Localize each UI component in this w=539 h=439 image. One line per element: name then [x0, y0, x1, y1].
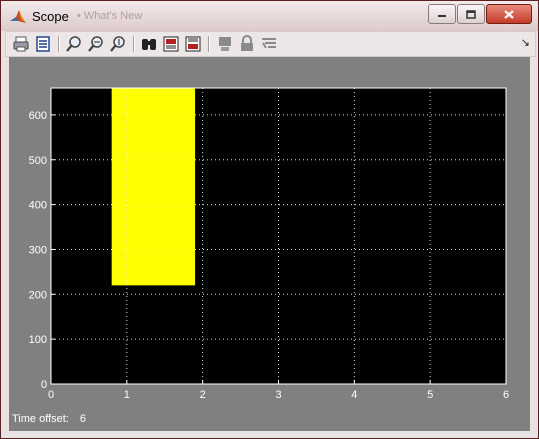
x-tick-label: 4 — [351, 389, 357, 401]
x-tick-label: 5 — [427, 389, 433, 401]
toolbar-separator — [133, 36, 135, 52]
signal-selector-icon[interactable] — [260, 35, 278, 53]
y-tick-label: 100 — [29, 334, 47, 346]
scope-toolbar: ↘ — [5, 31, 536, 57]
toolbar-separator — [208, 36, 210, 52]
dock-arrow-icon[interactable]: ↘ — [521, 36, 530, 49]
x-tick-label: 6 — [503, 389, 509, 401]
parameters-icon[interactable] — [34, 35, 52, 53]
y-tick-label: 500 — [29, 155, 47, 167]
background-window-title: • What's New — [77, 10, 143, 22]
zoom-y-icon[interactable] — [109, 35, 127, 53]
restore-axes-icon[interactable] — [184, 35, 202, 53]
close-icon — [504, 9, 514, 19]
time-offset-label: Time offset: — [12, 413, 69, 425]
y-tick-label: 300 — [29, 244, 47, 256]
time-offset-readout: Time offset: 6 — [12, 413, 86, 425]
close-button[interactable] — [486, 4, 532, 24]
x-tick-label: 3 — [275, 389, 281, 401]
matlab-logo-icon — [10, 10, 26, 23]
floating-scope-icon[interactable] — [216, 35, 234, 53]
signal-area — [111, 88, 196, 286]
minimize-button[interactable] — [428, 4, 456, 24]
y-tick-label: 0 — [41, 379, 47, 391]
zoom-x-icon[interactable] — [87, 35, 105, 53]
maximize-icon — [466, 9, 476, 19]
autoscale-binoculars-icon[interactable] — [140, 35, 158, 53]
scope-display: 0 1 2 3 4 5 6 0 100 200 300 400 500 600 Time offset: … — [9, 57, 530, 431]
window-controls — [427, 4, 532, 24]
scope-window: Scope • What's New ↘ 0 1 2 3 4 5 6 0 100… — [0, 0, 539, 439]
y-tick-label: 600 — [29, 110, 47, 122]
title-bar[interactable]: Scope • What's New — [1, 1, 538, 31]
window-title: Scope — [32, 9, 69, 24]
scope-plot[interactable]: 0 1 2 3 4 5 6 0 100 200 300 400 500 600 — [9, 57, 530, 412]
save-axes-icon[interactable] — [162, 35, 180, 53]
lock-axes-icon[interactable] — [238, 35, 256, 53]
print-icon[interactable] — [12, 35, 30, 53]
maximize-button[interactable] — [457, 4, 485, 24]
x-tick-label: 1 — [124, 389, 130, 401]
x-tick-label: 0 — [48, 389, 54, 401]
zoom-icon[interactable] — [65, 35, 83, 53]
toolbar-separator — [58, 36, 60, 52]
y-tick-label: 400 — [29, 200, 47, 212]
time-offset-value: 6 — [79, 413, 87, 425]
minimize-icon — [438, 15, 446, 17]
y-tick-label: 200 — [29, 289, 47, 301]
x-tick-label: 2 — [200, 389, 206, 401]
